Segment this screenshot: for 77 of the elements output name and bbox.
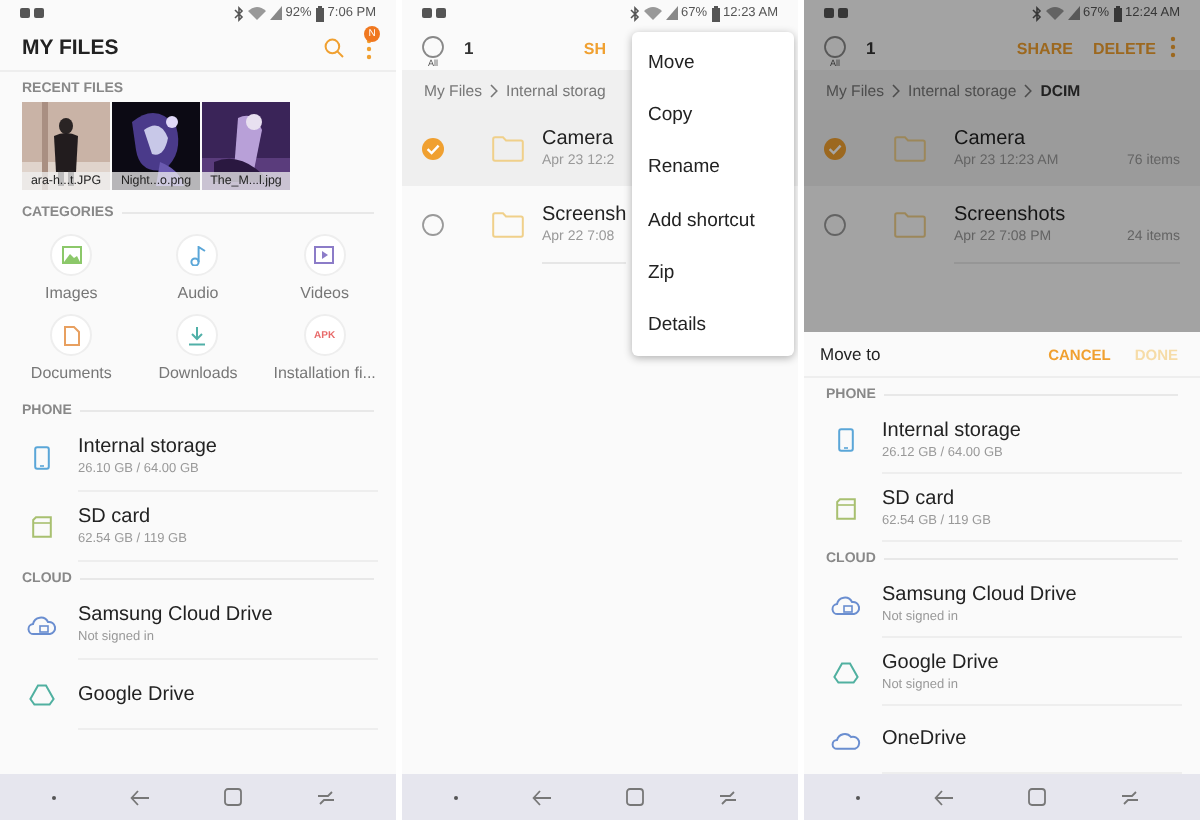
category-item[interactable]: Documents [8, 314, 135, 382]
storage-name: Internal storage [78, 436, 219, 458]
recent-apps-icon[interactable] [1119, 789, 1140, 805]
storage-name: Samsung Cloud Drive [882, 583, 1079, 605]
battery-icon [1113, 5, 1122, 21]
folder-name: Camera [542, 128, 615, 150]
category-item[interactable]: Videos [261, 234, 388, 302]
checkbox[interactable] [422, 36, 444, 58]
wifi-icon [1045, 6, 1064, 20]
category-label: Installation fi... [273, 364, 376, 382]
category-icon [50, 314, 93, 356]
back-icon[interactable] [130, 789, 151, 805]
folder-icon [492, 135, 524, 161]
battery-icon [315, 5, 324, 21]
checked-checkbox[interactable] [422, 137, 444, 159]
category-label: Images [45, 284, 98, 302]
checkbox[interactable] [824, 36, 846, 58]
wifi-icon [247, 6, 266, 20]
screen-title: MY FILES [22, 36, 119, 60]
folder-name: Camera [954, 128, 1028, 150]
storage-name: Google Drive [882, 651, 1001, 673]
category-icon [176, 234, 219, 276]
back-icon[interactable] [532, 789, 553, 805]
category-label: Audio [177, 284, 219, 302]
category-label: Downloads [158, 364, 238, 382]
signal-icon [1067, 6, 1080, 20]
menu-item[interactable]: Zip [632, 246, 794, 299]
more-options-icon[interactable] [1170, 36, 1176, 58]
selected-count: 1 [464, 38, 474, 58]
selected-count: 1 [866, 38, 876, 58]
storage-name: Google Drive [78, 683, 197, 705]
home-icon[interactable] [1027, 788, 1046, 806]
category-item[interactable]: Downloads [134, 314, 262, 382]
signal-icon [269, 6, 282, 20]
category-item[interactable]: Images [8, 234, 135, 302]
category-item[interactable]: Audio [134, 234, 262, 302]
storage-name: OneDrive [882, 728, 969, 750]
folder-icon [894, 211, 926, 237]
category-icon [50, 234, 93, 276]
home-icon[interactable] [223, 788, 242, 806]
category-label: Documents [30, 364, 112, 382]
cloud-icon [826, 593, 866, 615]
chevron-icon [892, 83, 901, 97]
folder-name: Screensh [542, 203, 627, 225]
storage-name: SD card [78, 506, 153, 528]
category-icon [303, 234, 346, 276]
storage-name: Internal storage [882, 419, 1023, 441]
bluetooth-icon [1031, 5, 1042, 21]
signal-icon [665, 6, 678, 20]
category-icon [176, 314, 219, 356]
home-icon[interactable] [625, 788, 644, 806]
menu-item[interactable]: Move [632, 36, 794, 89]
chevron-icon [490, 83, 499, 97]
menu-item[interactable]: Details [632, 298, 794, 352]
category-label: Videos [300, 284, 349, 302]
recent-apps-icon[interactable] [315, 789, 336, 805]
storage-item[interactable]: Google Drive [0, 660, 396, 730]
menu-item[interactable]: Add shortcut [632, 193, 794, 247]
search-icon[interactable] [324, 38, 344, 58]
cloud-icon [22, 614, 62, 636]
folder-name: Screenshots [954, 203, 1068, 225]
bluetooth-icon [629, 5, 640, 21]
storage-name: Samsung Cloud Drive [78, 604, 275, 626]
checked-checkbox[interactable] [824, 137, 846, 159]
cloud-icon [826, 730, 866, 750]
back-icon[interactable] [934, 789, 955, 805]
bluetooth-icon [233, 5, 244, 21]
sheet-title: Move to [820, 344, 881, 364]
wifi-icon [643, 6, 662, 20]
checkbox[interactable] [422, 213, 444, 235]
checkbox[interactable] [824, 213, 846, 235]
chevron-icon [1024, 83, 1033, 97]
battery-icon [711, 5, 720, 21]
storage-name: SD card [882, 487, 957, 509]
folder-icon [492, 211, 524, 237]
recent-apps-icon[interactable] [717, 789, 738, 805]
folder-icon [894, 135, 926, 161]
